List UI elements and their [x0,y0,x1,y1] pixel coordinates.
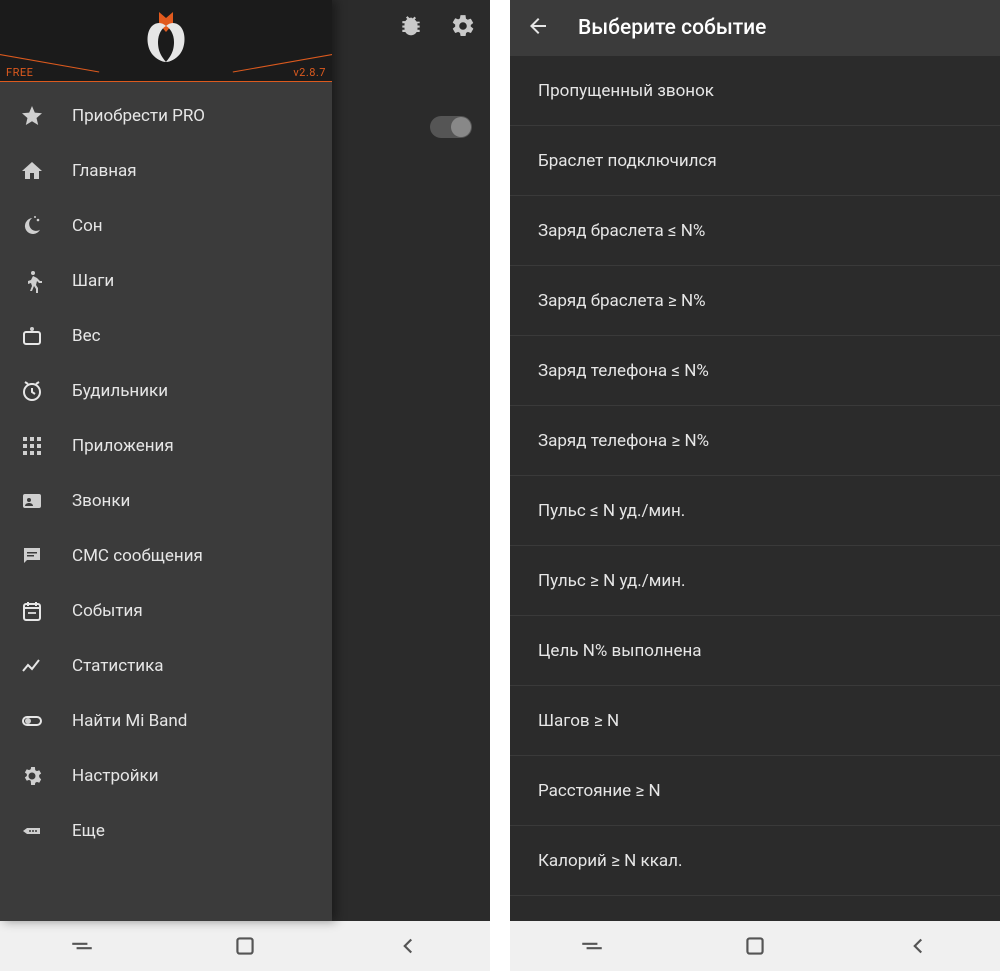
event-label: Пульс ≤ N уд./мин. [538,501,685,521]
sidebar-item-label: Вес [72,326,101,346]
event-item[interactable]: Заряд браслета ≥ N% [510,266,1000,336]
sidebar-item-label: Статистика [72,656,164,676]
toolbar: Выберите событие [510,0,1000,56]
sidebar-item-contact[interactable]: Звонки [0,473,332,528]
sidebar-item-label: Приобрести PRO [72,106,205,126]
toggle-switch[interactable] [430,116,472,138]
sidebar-item-label: Еще [72,821,105,841]
drawer-header: FREE v2.8.7 [0,0,332,82]
sidebar-item-label: Настройки [72,766,159,786]
event-item[interactable]: Пропущенный звонок [510,56,1000,126]
home-button[interactable] [681,933,828,959]
event-item[interactable]: Браслет подключился [510,126,1000,196]
sms-icon [20,544,44,568]
sidebar-item-apps[interactable]: Приложения [0,418,332,473]
back-button[interactable] [335,933,482,959]
page-title: Выберите событие [578,16,766,40]
scale-icon [20,324,44,348]
system-navbar [510,921,1000,971]
event-item[interactable]: Расстояние ≥ N [510,756,1000,826]
event-item[interactable]: Заряд телефона ≥ N% [510,406,1000,476]
gear-icon[interactable] [450,13,476,43]
sidebar-item-sms[interactable]: СМС сообщения [0,528,332,583]
back-icon[interactable] [526,14,550,42]
event-item[interactable]: Заряд телефона ≤ N% [510,336,1000,406]
event-label: Заряд телефона ≤ N% [538,361,709,381]
event-icon [20,599,44,623]
sidebar-item-label: Шаги [72,271,114,291]
menu-list: Приобрести PRO Главная Сон Шаги Вес Будильник… [0,82,332,921]
sidebar-item-walk[interactable]: Шаги [0,253,332,308]
contact-icon [20,489,44,513]
alarm-icon [20,379,44,403]
sidebar-item-label: Приложения [72,436,174,456]
recent-apps-button[interactable] [8,933,155,959]
sidebar-item-alarm[interactable]: Будильники [0,363,332,418]
sidebar-item-more[interactable]: Еще [0,803,332,858]
event-label: Цель N% выполнена [538,641,702,661]
event-label: Заряд браслета ≥ N% [538,291,706,311]
more-icon [20,819,44,843]
event-list: Пропущенный звонок Браслет подключился Зар… [510,56,1000,921]
apps-icon [20,434,44,458]
event-label: Пропущенный звонок [538,81,714,101]
sidebar-item-star[interactable]: Приобрести PRO [0,88,332,143]
chart-icon [20,654,44,678]
event-item[interactable]: Пульс ≥ N уд./мин. [510,546,1000,616]
moon-icon [20,214,44,238]
home-icon [20,159,44,183]
sidebar-item-scale[interactable]: Вес [0,308,332,363]
sidebar-item-event[interactable]: События [0,583,332,638]
version-label: v2.8.7 [293,66,326,79]
event-label: Калорий ≥ N ккал. [538,851,682,871]
toggle-icon [20,709,44,733]
app-logo [140,12,192,64]
nav-drawer: FREE v2.8.7 Приобрести PRO Главная Сон Шаги… [0,0,332,921]
event-item[interactable]: Заряд браслета ≤ N% [510,196,1000,266]
star-icon [20,104,44,128]
back-button[interactable] [845,933,992,959]
sidebar-item-label: Найти Mi Band [72,711,187,731]
sidebar-item-label: Главная [72,161,137,181]
event-label: Шагов ≥ N [538,711,619,731]
sidebar-item-label: Будильники [72,381,168,401]
right-screenshot: Выберите событие Пропущенный звонок Брасл… [510,0,1000,971]
event-item[interactable]: Пульс ≤ N уд./мин. [510,476,1000,546]
event-item[interactable]: Цель N% выполнена [510,616,1000,686]
sidebar-item-label: Сон [72,216,103,236]
recent-apps-button[interactable] [518,933,665,959]
sidebar-item-chart[interactable]: Статистика [0,638,332,693]
free-badge: FREE [6,66,33,79]
home-button[interactable] [171,933,318,959]
system-navbar [0,921,490,971]
sidebar-item-gear[interactable]: Настройки [0,748,332,803]
event-item[interactable]: Шагов ≥ N [510,686,1000,756]
event-label: Заряд браслета ≤ N% [538,221,705,241]
event-label: Браслет подключился [538,151,717,171]
gear-icon [20,764,44,788]
sidebar-item-label: Звонки [72,491,130,511]
sidebar-item-toggle[interactable]: Найти Mi Band [0,693,332,748]
sidebar-item-home[interactable]: Главная [0,143,332,198]
event-label: Пульс ≥ N уд./мин. [538,571,686,591]
left-screenshot: FREE v2.8.7 Приобрести PRO Главная Сон Шаги… [0,0,490,971]
bug-icon[interactable] [398,13,424,43]
event-item[interactable]: Калорий ≥ N ккал. [510,826,1000,896]
walk-icon [20,269,44,293]
sidebar-item-moon[interactable]: Сон [0,198,332,253]
event-label: Расстояние ≥ N [538,781,661,801]
sidebar-item-label: События [72,601,143,621]
event-label: Заряд телефона ≥ N% [538,431,709,451]
sidebar-item-label: СМС сообщения [72,546,203,566]
